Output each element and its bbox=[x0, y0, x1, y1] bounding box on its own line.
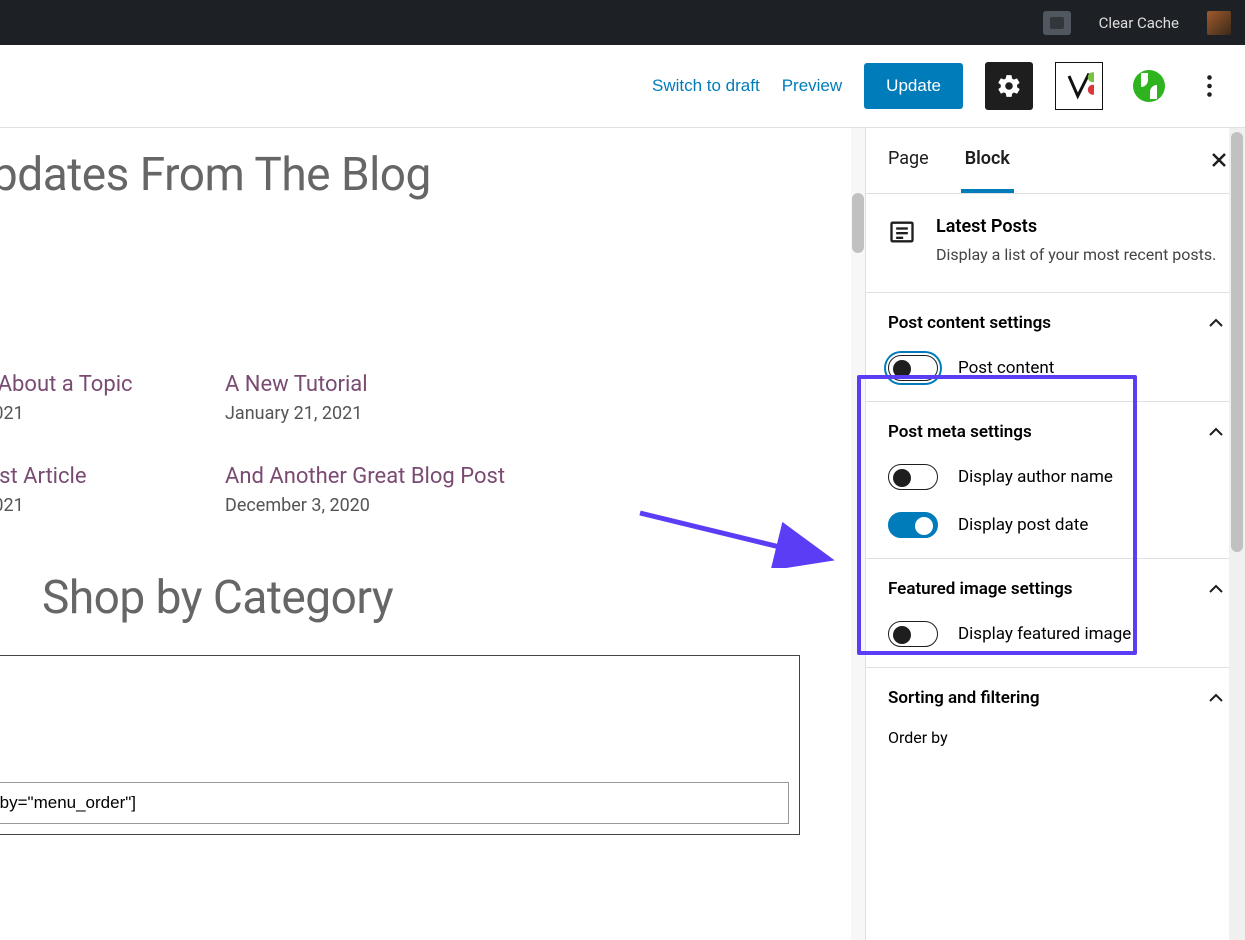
inspector-scrollbar[interactable] bbox=[1229, 128, 1245, 940]
list-item[interactable]: tion About a Topic 21, 2021 bbox=[0, 372, 205, 424]
panel-toggle-post-content[interactable]: Post content settings bbox=[888, 313, 1223, 333]
scrollbar-thumb[interactable] bbox=[852, 193, 864, 253]
post-title[interactable]: g Post Article bbox=[0, 464, 205, 489]
panel-title: Featured image settings bbox=[888, 579, 1073, 599]
post-date: 21, 2021 bbox=[0, 403, 205, 424]
post-date: 20, 2021 bbox=[0, 495, 205, 516]
yoast-icon bbox=[1064, 71, 1094, 101]
clear-cache-label: Clear Cache bbox=[1099, 14, 1179, 32]
chevron-up-icon bbox=[1209, 318, 1223, 328]
post-date: January 21, 2021 bbox=[225, 403, 525, 424]
panel-title: Sorting and filtering bbox=[888, 688, 1040, 708]
block-card: Latest Posts Display a list of your most… bbox=[866, 194, 1245, 293]
close-icon bbox=[1211, 152, 1227, 168]
list-item[interactable]: g Post Article 20, 2021 bbox=[0, 464, 205, 516]
shortcode-block[interactable] bbox=[0, 655, 800, 835]
latest-posts-block[interactable]: tion About a Topic 21, 2021 A New Tutori… bbox=[0, 372, 865, 516]
chevron-up-icon bbox=[1209, 693, 1223, 703]
toggle-label: Display author name bbox=[958, 467, 1113, 487]
inspector-sidebar: Page Block Latest Posts Display a list o… bbox=[865, 128, 1245, 940]
gear-icon bbox=[996, 73, 1022, 99]
toggle-post-content[interactable] bbox=[888, 355, 938, 381]
chevron-up-icon bbox=[1209, 584, 1223, 594]
workspace: est Updates From The Blog tion About a T… bbox=[0, 128, 1245, 940]
panel-toggle-post-meta[interactable]: Post meta settings bbox=[888, 422, 1223, 442]
post-title[interactable]: A New Tutorial bbox=[225, 372, 525, 397]
preview-button[interactable]: Preview bbox=[782, 76, 842, 96]
toggle-row-date: Display post date bbox=[888, 512, 1223, 538]
toggle-label: Display post date bbox=[958, 515, 1088, 535]
toggle-row-post-content: Post content bbox=[888, 355, 1223, 381]
more-menu-button[interactable] bbox=[1195, 62, 1223, 110]
chevron-up-icon bbox=[1209, 427, 1223, 437]
panel-title: Post content settings bbox=[888, 313, 1051, 333]
tab-page[interactable]: Page bbox=[884, 128, 933, 193]
kebab-icon bbox=[1207, 75, 1212, 97]
toggle-row-featured: Display featured image bbox=[888, 621, 1223, 647]
settings-button[interactable] bbox=[985, 62, 1033, 110]
post-date: December 3, 2020 bbox=[225, 495, 525, 516]
admin-bar: Clear Cache bbox=[0, 0, 1245, 45]
toggle-display-date[interactable] bbox=[888, 512, 938, 538]
block-name: Latest Posts bbox=[936, 216, 1216, 237]
blog-updates-heading[interactable]: est Updates From The Blog bbox=[0, 148, 865, 202]
avatar bbox=[1207, 11, 1231, 35]
panel-post-meta-settings: Post meta settings Display author name D… bbox=[866, 402, 1245, 559]
panel-title: Post meta settings bbox=[888, 422, 1032, 442]
shop-by-category-heading[interactable]: Shop by Category bbox=[42, 571, 865, 625]
panel-post-content-settings: Post content settings Post content bbox=[866, 293, 1245, 402]
editor-scrollbar[interactable] bbox=[851, 128, 865, 940]
switch-to-draft-button[interactable]: Switch to draft bbox=[652, 76, 760, 96]
panel-toggle-featured[interactable]: Featured image settings bbox=[888, 579, 1223, 599]
list-item[interactable]: And Another Great Blog Post December 3, … bbox=[225, 464, 525, 516]
post-title[interactable]: And Another Great Blog Post bbox=[225, 464, 525, 489]
panel-featured-image-settings: Featured image settings Display featured… bbox=[866, 559, 1245, 668]
shortcode-input[interactable] bbox=[0, 782, 789, 824]
adminbar-comments[interactable] bbox=[1029, 0, 1085, 45]
post-title[interactable]: tion About a Topic bbox=[0, 372, 205, 397]
comment-icon bbox=[1043, 11, 1071, 35]
order-by-label: Order by bbox=[888, 728, 1223, 747]
latest-posts-icon bbox=[888, 218, 916, 246]
panel-toggle-sorting[interactable]: Sorting and filtering bbox=[888, 688, 1223, 708]
close-inspector-button[interactable] bbox=[1211, 149, 1227, 173]
block-description: Display a list of your most recent posts… bbox=[936, 243, 1216, 266]
toggle-display-author[interactable] bbox=[888, 464, 938, 490]
update-button[interactable]: Update bbox=[864, 63, 963, 109]
toggle-row-author: Display author name bbox=[888, 464, 1223, 490]
panel-sorting-filtering: Sorting and filtering Order by bbox=[866, 668, 1245, 767]
jetpack-icon bbox=[1133, 70, 1165, 102]
adminbar-user[interactable] bbox=[1193, 0, 1237, 45]
yoast-button[interactable] bbox=[1055, 62, 1103, 110]
toggle-label: Post content bbox=[958, 358, 1054, 378]
inspector-tabs: Page Block bbox=[866, 128, 1245, 194]
editor-top-bar: Switch to draft Preview Update bbox=[0, 45, 1245, 128]
scrollbar-thumb[interactable] bbox=[1231, 132, 1243, 552]
toggle-label: Display featured image bbox=[958, 624, 1131, 644]
toggle-display-featured[interactable] bbox=[888, 621, 938, 647]
adminbar-clear-cache[interactable]: Clear Cache bbox=[1085, 0, 1193, 45]
tab-block[interactable]: Block bbox=[961, 128, 1014, 193]
list-item[interactable]: A New Tutorial January 21, 2021 bbox=[225, 372, 525, 424]
editor-canvas[interactable]: est Updates From The Blog tion About a T… bbox=[0, 128, 865, 940]
annotation-arrow bbox=[635, 508, 835, 568]
jetpack-button[interactable] bbox=[1125, 62, 1173, 110]
